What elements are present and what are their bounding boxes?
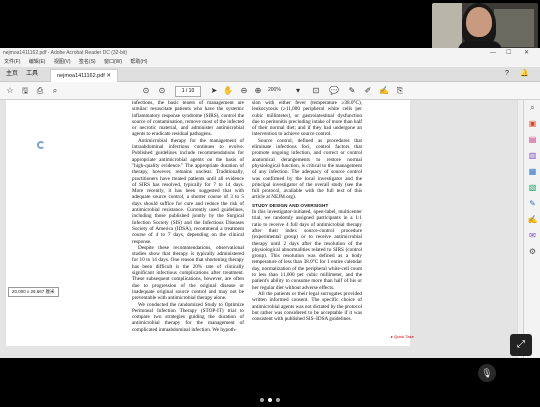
page-total: / 10 [185,88,195,94]
text-column-left: infections, the basic tenets of manageme… [132,100,244,333]
organize-pages-icon[interactable]: ▧ [527,182,538,193]
next-page-icon[interactable]: ⊙ [156,85,168,96]
menu-sign[interactable]: 签名(S) [75,59,99,65]
title-bar: nejmoa1411162.pdf - Adobe Acrobat Reader… [0,48,540,58]
send-icon[interactable]: ✉ [527,230,538,241]
paragraph: In this investigator-initiated, open-lab… [252,209,362,291]
background-board [432,3,462,49]
zoom-out-icon[interactable]: ⊖ [238,85,250,96]
menu-window[interactable]: 窗口(W) [100,59,125,65]
hand-icon[interactable]: ✋ [222,85,234,96]
page-size-indicator: 20.000 x 26.667 厘米 [8,287,59,297]
menu-file[interactable]: 文件(F) [0,59,23,65]
page-dot-active[interactable] [268,398,272,402]
quick-take-badge[interactable]: ▸ Quick Take [391,334,414,339]
zoom-level[interactable]: 200% [268,86,281,95]
highlight-icon[interactable]: ✐ [362,85,374,96]
page-indicator-dots [258,389,282,407]
menu-help[interactable]: 帮助(H) [126,59,150,65]
pen-icon[interactable]: ✎ [346,85,358,96]
tab-tools[interactable]: 工具 [26,67,38,81]
menu-bar: 文件(F) 编辑(E) 视图(V) 签名(S) 窗口(W) 帮助(H) [0,58,540,67]
zoom-in-icon[interactable]: ⊕ [252,85,264,96]
paragraph: Despite these recommendations, observati… [132,244,244,302]
fit-page-icon[interactable]: ⊡ [310,85,322,96]
help-icon[interactable]: ? [505,67,509,81]
sign-icon[interactable]: ✍ [378,85,390,96]
tab-bar: 主页 工具 nejmoa1411162.pdf ✕ ? 🔔 [0,67,540,82]
document-tab-label: nejmoa1411162.pdf [57,73,105,79]
minimize-icon[interactable]: — [490,48,496,58]
zoom-dropdown-icon[interactable]: ▾ [292,85,304,96]
loading-spinner-icon [37,141,45,149]
export-pdf-icon[interactable]: ▣ [527,118,538,129]
text-column-right: sion with either fever (temperature ≥38.… [252,100,362,322]
page-dot[interactable] [260,398,264,402]
more-tools-icon[interactable]: ⚙ [527,246,538,257]
page-current: 1 [181,88,185,94]
comment-tool-icon[interactable]: ▥ [527,150,538,161]
paragraph: infections, the basic tenets of manageme… [132,100,244,138]
close-icon[interactable]: ✕ [524,48,529,58]
exit-fullscreen-icon[interactable]: ⤢ [510,334,532,356]
stamp-icon[interactable]: ⎘ [394,85,406,96]
paragraph: sion with either fever (temperature ≥38.… [252,100,362,138]
paragraph: All the patients or their legal surrogat… [252,290,362,323]
microphone-icon[interactable]: 🎙 [478,364,496,382]
menu-view[interactable]: 视图(V) [50,59,74,65]
combine-files-icon[interactable]: ▦ [527,166,538,177]
fill-sign-icon[interactable]: ✍ [527,214,538,225]
paragraph: Source control, defined as procedures th… [252,137,362,201]
page-dot[interactable] [276,398,280,402]
save-icon[interactable]: 🖫 [19,85,31,96]
edit-pdf-icon[interactable]: ✎ [527,198,538,209]
comment-icon[interactable]: 💬 [328,85,340,96]
background-shelf [494,9,534,47]
print-icon[interactable]: ⎙ [34,85,46,96]
window-title: nejmoa1411162.pdf - Adobe Acrobat Reader… [3,50,128,56]
tab-close-icon[interactable]: ✕ [106,73,111,79]
toolbar: ☆ 🖫 ⎙ ⌕ ⊙ ⊙ 1 / 10 ➤ ✋ ⊖ ⊕ 200% ▾ ⊡ 💬 ✎ … [0,82,540,100]
tab-document[interactable]: nejmoa1411162.pdf ✕ [50,69,118,82]
menu-edit[interactable]: 编辑(E) [25,59,49,65]
bell-icon[interactable]: 🔔 [520,67,529,81]
paragraph: We conducted the randomized Study to Opt… [132,301,244,333]
paragraph: Antimicrobial therapy for the management… [132,137,244,245]
maximize-icon[interactable]: ☐ [506,48,511,58]
search-tool-icon[interactable]: ⌕ [527,102,538,113]
create-pdf-icon[interactable]: ▤ [527,134,538,145]
pointer-icon[interactable]: ➤ [208,85,220,96]
prev-page-icon[interactable]: ⊙ [140,85,152,96]
search-icon[interactable]: ⌕ [49,85,61,96]
pdf-page: infections, the basic tenets of manageme… [6,100,410,346]
presenter-face [466,7,492,37]
star-icon[interactable]: ☆ [4,85,16,96]
right-tools-panel: ⌕ ▣ ▤ ▥ ▦ ▧ ✎ ✍ ✉ ⚙ [523,100,540,358]
page-number-input[interactable]: 1 / 10 [175,86,201,97]
tab-home[interactable]: 主页 [6,67,18,81]
